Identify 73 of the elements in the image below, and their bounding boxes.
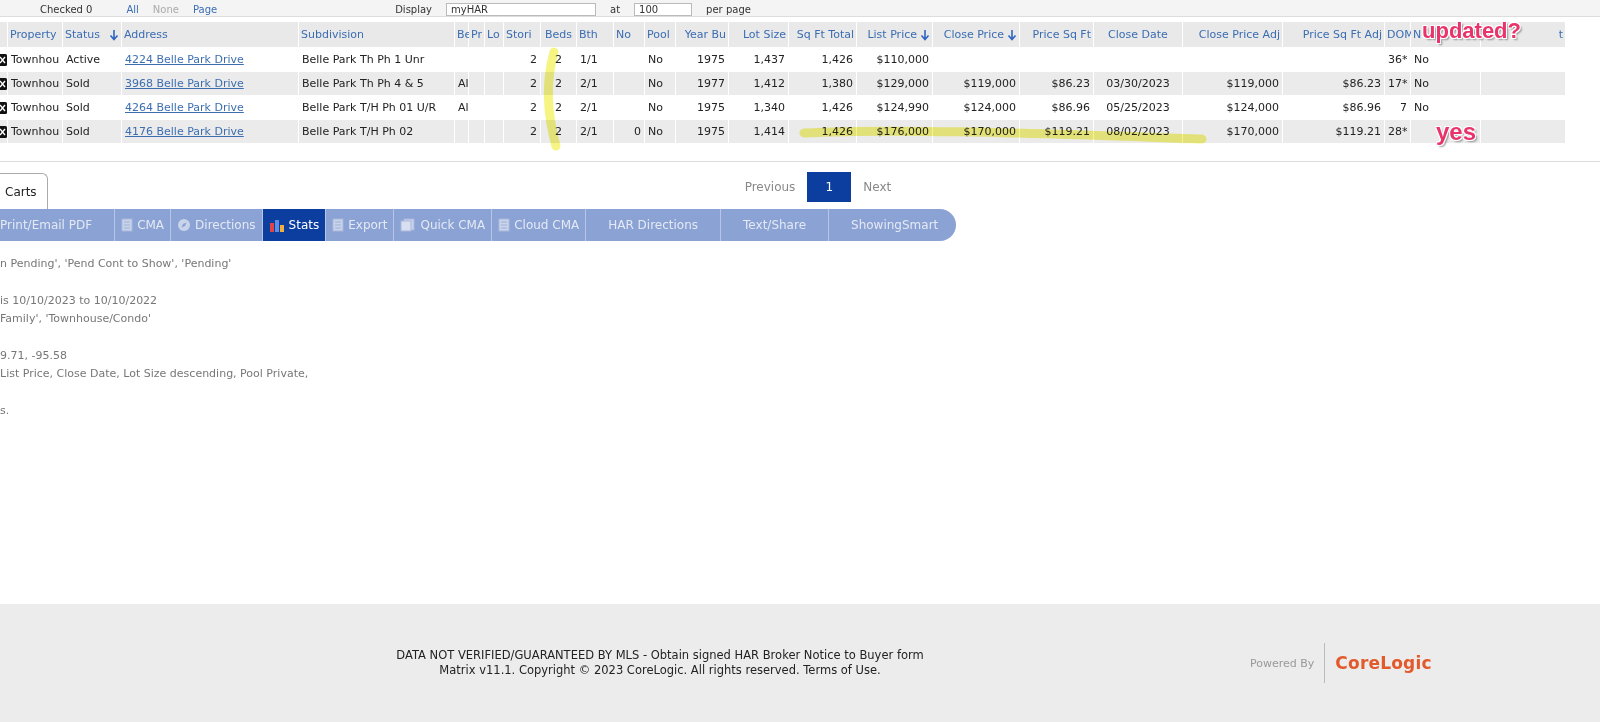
address-link[interactable]: 4264 Belle Park Drive <box>125 101 244 114</box>
table-cell: 1,414 <box>729 120 788 143</box>
document-stack-icon <box>400 218 417 232</box>
search-criteria-line: 9.71, -95.58 <box>0 347 68 364</box>
display-select[interactable]: myHAR <box>446 3 597 16</box>
table-cell: 17* <box>1385 72 1410 95</box>
handwritten-note: yes <box>1436 118 1477 146</box>
search-criteria-line: List Price, Close Date, Lot Size descending, Pool Private, <box>0 366 310 382</box>
search-criteria-line: s. <box>0 402 11 419</box>
table-cell: $170,000 <box>1183 120 1282 143</box>
handwritten-note: updated? <box>1422 18 1521 44</box>
checkbox-icon[interactable] <box>0 53 7 66</box>
checkbox-icon[interactable] <box>0 125 7 138</box>
table-cell: 2/1 <box>577 120 613 143</box>
footer-text: Matrix v11.1. Copyright © 2023 CoreLogic. All rights reserved. Terms of Use. <box>439 663 881 678</box>
search-criteria-line: is 10/10/2023 to 10/10/2022 <box>0 292 159 309</box>
checkbox-icon[interactable] <box>0 77 7 90</box>
table-cell: 1975 <box>676 120 728 143</box>
table-cell: Belle Park T/H Ph 02 <box>299 120 454 143</box>
previous-link[interactable]: Previous <box>732 180 808 194</box>
table-cell: $119,000 <box>933 72 1019 95</box>
carts-tab[interactable]: Carts <box>0 173 48 209</box>
table-cell: $86.23 <box>1283 72 1384 95</box>
table-cell: Sold <box>63 120 121 143</box>
address-link[interactable]: 4224 Belle Park Drive <box>125 53 244 66</box>
table-cell: No <box>645 72 675 95</box>
at-label: at <box>610 4 621 16</box>
table-cell: $86.23 <box>1020 72 1093 95</box>
document-icon <box>332 218 345 232</box>
powered-by-label: Powered By <box>1250 656 1315 670</box>
table-cell: $119.21 <box>1283 120 1384 143</box>
action-button[interactable]: Stats <box>262 209 327 241</box>
table-cell: 03/30/2023 <box>1094 72 1182 95</box>
table-cell: $129,000 <box>857 72 932 95</box>
table-cell: 2 <box>504 120 540 143</box>
per-page-select[interactable]: 100 <box>634 3 693 16</box>
table-cell: Al <box>455 72 468 95</box>
bar-chart-icon <box>268 218 285 232</box>
select-link[interactable]: All <box>126 4 139 16</box>
page-button[interactable]: 1 <box>807 172 852 202</box>
document-icon <box>121 218 134 232</box>
sort-arrow-icon <box>109 29 119 41</box>
table-cell: 2 <box>504 72 540 95</box>
table-cell: No <box>645 120 675 143</box>
display-label: Display <box>395 4 433 16</box>
table-cell: $119,000 <box>1183 72 1282 95</box>
table-cell: 1977 <box>676 72 728 95</box>
column-header[interactable]: N <box>1413 28 1422 41</box>
checked-count: Checked 0 <box>40 4 93 16</box>
checkbox-icon[interactable] <box>0 101 7 114</box>
table-cell: 28* <box>1385 120 1410 143</box>
compass-icon <box>177 218 192 232</box>
per-page-label: per page <box>706 4 751 16</box>
table-cell: 0 <box>614 120 644 143</box>
search-criteria-line: Family', 'Townhouse/Condo' <box>0 311 152 327</box>
table-cell: 2/1 <box>577 72 613 95</box>
table-cell: 1,412 <box>729 72 788 95</box>
table-cell: Townhou <box>8 120 62 143</box>
select-link[interactable]: Page <box>192 4 218 16</box>
column-header[interactable]: Address <box>124 28 168 41</box>
footer-text: DATA NOT VERIFIED/GUARANTEED BY MLS - Obtain signed HAR Broker Notice to Buyer form <box>396 648 924 663</box>
table-cell: Townhou <box>8 72 62 95</box>
document-icon <box>498 218 511 232</box>
next-link[interactable]: Next <box>851 180 904 194</box>
table-cell: Belle Park Th Ph 4 & 5 <box>299 72 454 95</box>
table-cell: 1,380 <box>789 72 856 95</box>
column-header[interactable]: t <box>1558 28 1563 41</box>
search-criteria-line: n Pending', 'Pend Cont to Show', 'Pending' <box>0 256 233 272</box>
table-cell: Sold <box>63 72 121 95</box>
sort-arrow-icon <box>1007 29 1017 41</box>
brand-logo: CoreLogic <box>1335 653 1432 673</box>
sort-arrow-icon <box>920 29 930 41</box>
table-cell: No <box>1411 72 1480 95</box>
